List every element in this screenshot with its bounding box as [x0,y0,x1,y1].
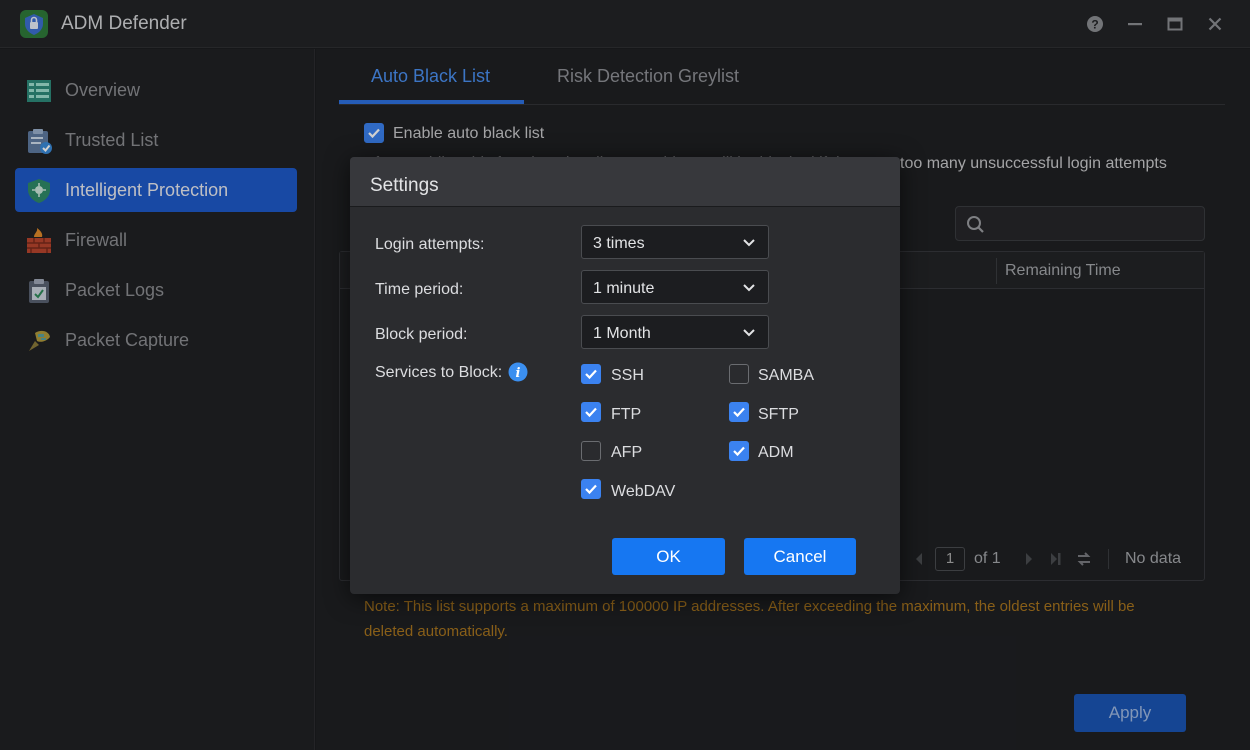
cancel-button[interactable]: Cancel [744,538,856,575]
settings-dialog: Settings Login attempts: 3 times Time pe… [350,157,900,594]
block-period-label: Block period: [375,326,468,343]
service-samba-checkbox[interactable] [729,364,749,384]
dialog-header: Settings [350,157,900,207]
service-webdav-label: WebDAV [611,483,676,500]
checkmark-icon [733,407,745,418]
select-value: 1 Month [593,325,651,342]
checkmark-icon [733,446,745,457]
service-ftp-checkbox[interactable] [581,402,601,422]
checkmark-icon [585,407,597,418]
chevron-down-icon [743,284,755,292]
time-period-select[interactable]: 1 minute [581,270,769,304]
checkmark-icon [585,369,597,380]
service-sftp-checkbox[interactable] [729,402,749,422]
info-icon[interactable]: i [508,362,528,382]
login-attempts-label: Login attempts: [375,236,485,253]
checkmark-icon [585,484,597,495]
service-afp-checkbox[interactable] [581,441,601,461]
svg-text:i: i [516,366,521,381]
service-samba-label: SAMBA [758,367,815,384]
service-ftp-label: FTP [611,406,642,423]
service-ssh-label: SSH [611,367,644,384]
time-period-label: Time period: [375,281,464,298]
services-to-block-label: Services to Block: [375,364,503,381]
service-sftp-label: SFTP [758,406,799,423]
login-attempts-select[interactable]: 3 times [581,225,769,259]
service-adm-label: ADM [758,444,794,461]
service-adm-checkbox[interactable] [729,441,749,461]
block-period-select[interactable]: 1 Month [581,315,769,349]
dialog-title: Settings [370,175,439,196]
ok-button[interactable]: OK [612,538,725,575]
chevron-down-icon [743,239,755,247]
service-afp-label: AFP [611,444,643,461]
select-value: 1 minute [593,280,655,297]
service-webdav-checkbox[interactable] [581,479,601,499]
chevron-down-icon [743,329,755,337]
service-ssh-checkbox[interactable] [581,364,601,384]
select-value: 3 times [593,235,645,252]
